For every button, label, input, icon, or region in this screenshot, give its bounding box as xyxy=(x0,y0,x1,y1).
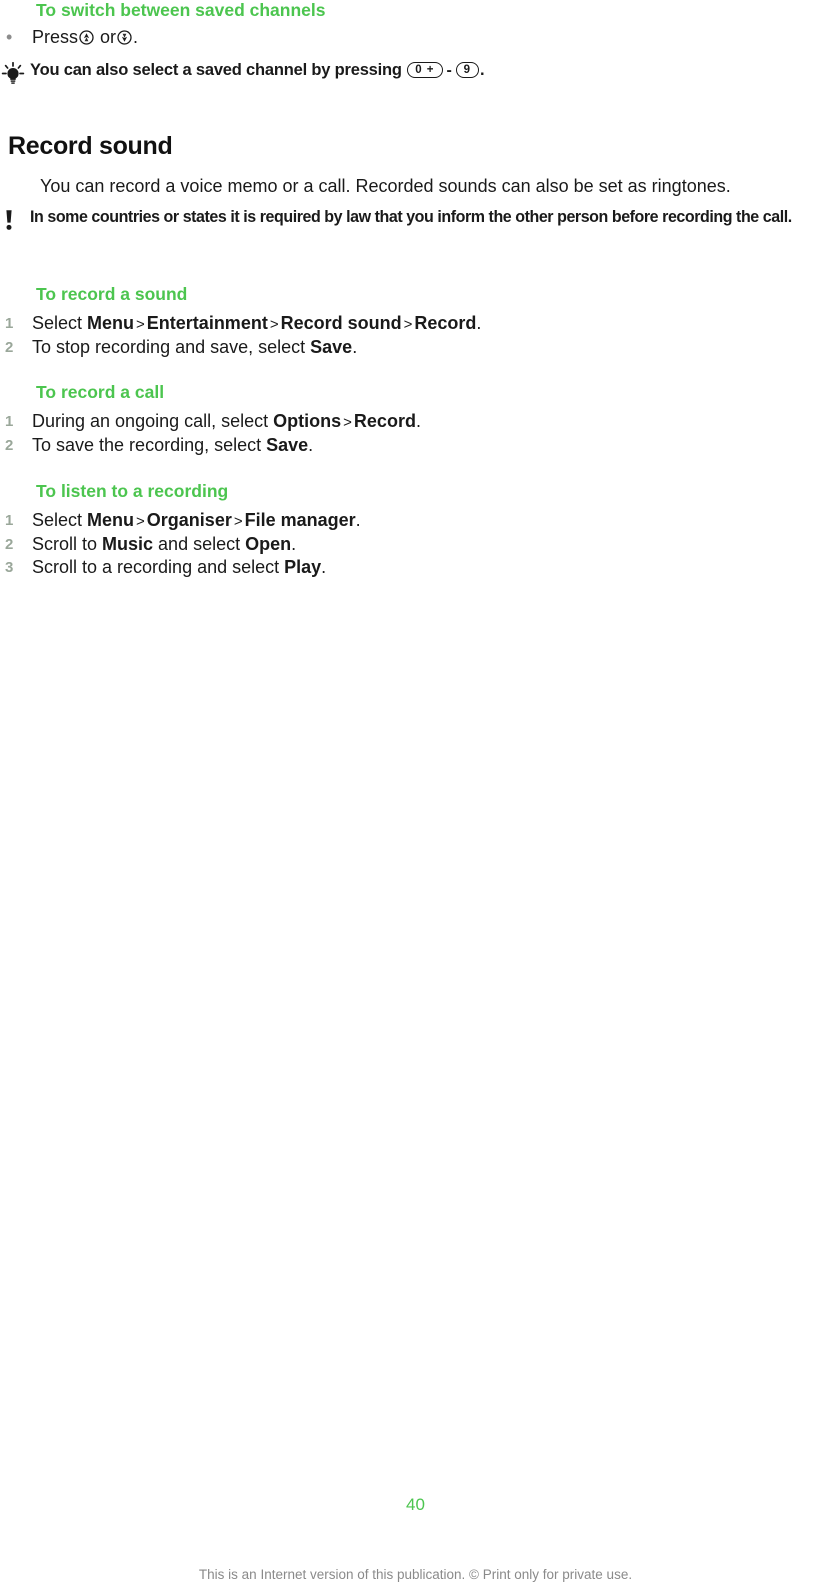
nav-key-up-icon xyxy=(79,28,94,45)
step-part-bold: Options xyxy=(273,411,342,431)
step-number: 2 xyxy=(5,536,14,553)
step-part-bold: Record xyxy=(353,411,416,431)
step-part-bold: File manager xyxy=(244,510,356,530)
step-text: To save the recording, select Save. xyxy=(32,434,313,457)
step-part-separator: > xyxy=(233,513,243,530)
step-number: 3 xyxy=(5,559,14,576)
list-item: 3 Scroll to a recording and select Play. xyxy=(0,556,800,579)
list-item: 2 To save the recording, select Save. xyxy=(0,434,800,457)
step-part-separator: > xyxy=(343,414,352,431)
key-badge-zero: 0 + xyxy=(407,62,443,78)
step-text: During an ongoing call, select Options > R… xyxy=(32,410,421,434)
step-part-separator: > xyxy=(269,316,279,333)
step-number: 1 xyxy=(5,413,14,430)
step-part-separator: > xyxy=(403,316,413,333)
page-number: 40 xyxy=(406,1495,425,1514)
step-part-bold: Open xyxy=(245,534,292,554)
step-part: Select xyxy=(32,313,88,333)
tip-text: You can also select a saved channel by p… xyxy=(30,60,485,81)
bullet-item-text: Press or. xyxy=(32,26,138,49)
tip-text-before: You can also select a saved channel by p… xyxy=(30,61,402,79)
step-number: 1 xyxy=(5,512,14,529)
step-part: To stop recording and save, select xyxy=(32,337,311,357)
procedure-record-a-sound: To record a sound 1 Select Menu > Entertai… xyxy=(0,284,800,359)
procedure-heading-listen-to-a-recording: To listen to a recording xyxy=(36,481,229,501)
list-item: 1 Select Menu > Entertainment > Record sound… xyxy=(0,312,800,336)
step-text: Scroll to a recording and select Play. xyxy=(32,556,326,579)
step-part: and select xyxy=(153,534,246,554)
step-number: 1 xyxy=(5,315,14,332)
step-part-bold: Save xyxy=(266,435,309,455)
step-part: . xyxy=(308,435,314,455)
step-part-bold: Play xyxy=(284,557,322,577)
list-item: 1 During an ongoing call, select Options… xyxy=(0,410,800,434)
step-part: . xyxy=(321,557,327,577)
note-text: In some countries or states it is requir… xyxy=(30,208,792,226)
page-title-record-sound: Record sound xyxy=(8,132,173,160)
key-badge-nine: 9 xyxy=(455,62,480,78)
step-number: 2 xyxy=(5,339,14,356)
section-switch-channels: To switch between saved channels xyxy=(36,0,816,21)
lightbulb-tip-icon xyxy=(0,60,30,91)
note-callout: In some countries or states it is requir… xyxy=(0,207,831,239)
step-part-bold: Save xyxy=(310,337,353,357)
key-range-separator: - xyxy=(446,62,452,79)
step-part-separator: > xyxy=(136,316,145,333)
step-part: . xyxy=(355,510,361,530)
step-part: Scroll to xyxy=(32,534,103,554)
procedure-record-a-call: To record a call 1 During an ongoing cal… xyxy=(0,382,800,457)
press-label: Press xyxy=(32,27,79,47)
footer-copyright-note: This is an Internet version of this publ… xyxy=(198,1567,633,1582)
step-part: During an ongoing call, select xyxy=(32,411,274,431)
step-part-bold: Menu xyxy=(87,313,135,333)
exclamation-note-icon xyxy=(0,207,30,239)
tip-callout: You can also select a saved channel by p… xyxy=(0,60,810,91)
document-page: To switch between saved channels Press o… xyxy=(0,0,831,1590)
list-item: 1 Select Menu > Organiser > File manager. xyxy=(0,509,800,533)
procedure-heading-switch-channels: To switch between saved channels xyxy=(36,0,326,20)
step-part: . xyxy=(291,534,297,554)
step-part: . xyxy=(476,313,482,333)
step-part-bold: Music xyxy=(102,534,154,554)
step-part-separator: > xyxy=(136,513,145,530)
step-part-bold: Organiser xyxy=(146,510,232,530)
list-item: 2 Scroll to Music and select Open. xyxy=(0,533,800,556)
step-part: To save the recording, select xyxy=(32,435,267,455)
nav-key-down-icon xyxy=(117,28,132,45)
step-text: Select Menu > Organiser > File manager. xyxy=(32,509,361,533)
bullet-list-item-press-keys: Press or. xyxy=(0,26,800,49)
procedure-heading-record-a-call: To record a call xyxy=(36,382,165,402)
step-part-bold: Record sound xyxy=(280,313,402,333)
or-label: or xyxy=(100,27,117,47)
step-part-bold: Entertainment xyxy=(146,313,268,333)
procedure-heading-record-a-sound: To record a sound xyxy=(36,284,188,304)
sentence-period: . xyxy=(133,27,139,47)
step-text: To stop recording and save, select Save. xyxy=(32,336,357,359)
step-part: Scroll to a recording and select xyxy=(32,557,285,577)
step-part-bold: Record xyxy=(414,313,477,333)
step-part: Select xyxy=(32,510,88,530)
step-text: Scroll to Music and select Open. xyxy=(32,533,296,556)
tip-text-after: . xyxy=(480,61,485,79)
list-item: 2 To stop recording and save, select Sav… xyxy=(0,336,800,359)
procedure-listen-to-a-recording: To listen to a recording 1 Select Menu > O… xyxy=(0,481,800,579)
step-part: . xyxy=(415,411,421,431)
record-sound-intro-paragraph: You can record a voice memo or a call. R… xyxy=(40,176,731,196)
step-part-bold: Menu xyxy=(87,510,135,530)
step-part: . xyxy=(352,337,358,357)
step-number: 2 xyxy=(5,437,14,454)
step-text: Select Menu > Entertainment > Record sound > R… xyxy=(32,312,481,336)
bullet-marker xyxy=(0,26,32,49)
